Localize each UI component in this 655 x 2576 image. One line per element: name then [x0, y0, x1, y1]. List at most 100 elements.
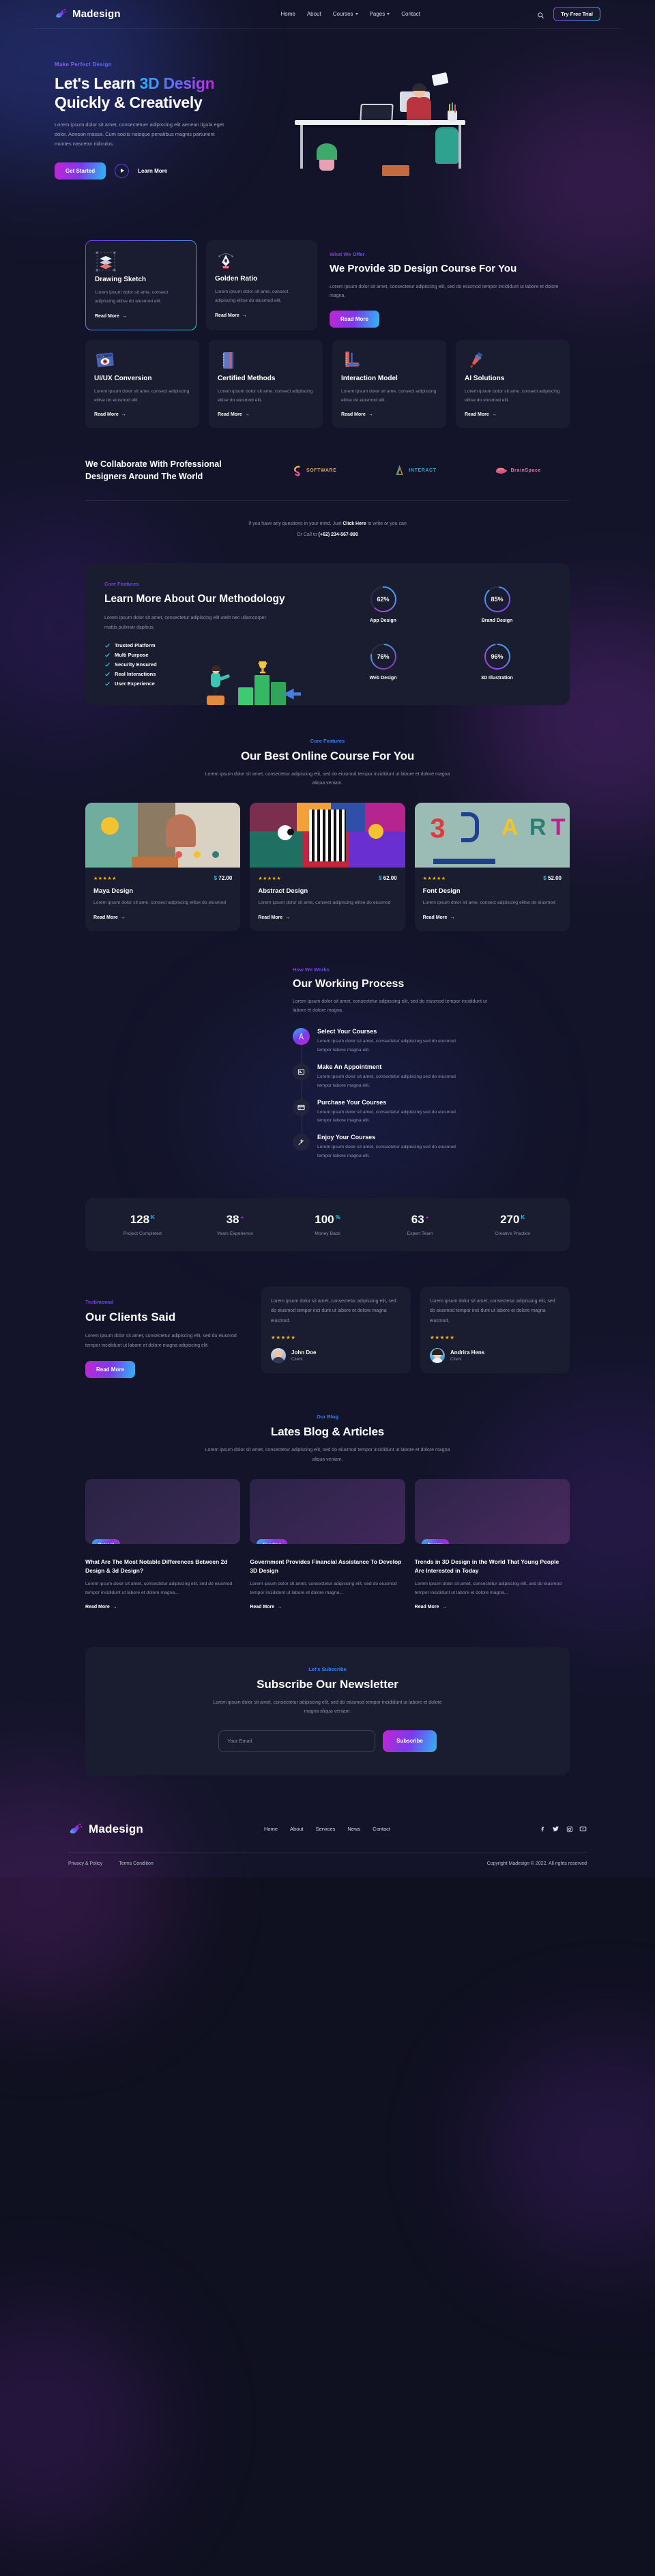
service-card-ai-solutions[interactable]: AI Solutions Lorem ipsum dolor sit ame, … — [456, 339, 570, 428]
nav-label: Home — [280, 11, 295, 17]
service-card-golden-ratio[interactable]: Golden Ratio Lorem ipsum dolor sit ame, … — [206, 240, 317, 330]
read-more-link[interactable]: Read More → — [258, 915, 290, 920]
read-more-link[interactable]: Read More → — [95, 314, 127, 319]
service-card-certified-methods[interactable]: Certified Methods Lorem ipsum dolor sit … — [209, 339, 323, 428]
read-more-link[interactable]: Read More → — [215, 313, 247, 318]
read-more-link[interactable]: Read More → — [85, 1605, 117, 1609]
hero-title-line1: Let's Learn — [55, 74, 140, 92]
course-card-maya-design[interactable]: ★★★★★ $ 72.00 Maya Design Lorem ipsum do… — [85, 803, 241, 931]
try-free-trial-button[interactable]: Try Free Trial — [553, 7, 600, 21]
instagram-icon[interactable] — [566, 1825, 573, 1833]
blog-tag: Funding — [257, 1539, 288, 1545]
hero-actions: Get Started Learn More — [55, 162, 280, 180]
service-card-interaction-model[interactable]: Interaction Model Lorem ipsum dolor sit … — [332, 339, 446, 428]
facebook-icon[interactable] — [538, 1825, 546, 1833]
read-more-label: Read More — [85, 1605, 110, 1610]
nav-item-home[interactable]: Home — [280, 11, 295, 17]
courses-section: Core Features Our Best Online Course For… — [85, 738, 570, 931]
read-more-link[interactable]: Read More → — [465, 412, 497, 417]
nav-item-pages[interactable]: Pages — [370, 11, 390, 17]
read-more-link[interactable]: Read More → — [423, 915, 455, 920]
step-title: Select Your Courses — [317, 1027, 377, 1035]
blog-post-3d-trends[interactable]: Design Trends in 3D Design in the World … — [414, 1479, 570, 1612]
course-card-abstract-design[interactable]: ★★★★★ $ 62.00 Abstract Design Lorem ipsu… — [250, 803, 405, 931]
blog-tag: Project — [92, 1539, 121, 1545]
stat-label: Money Back — [315, 1231, 340, 1237]
blog-post-2d-vs-3d[interactable]: Project What Are The Most Notable Differ… — [85, 1479, 241, 1612]
read-more-link[interactable]: Read More → — [93, 915, 126, 920]
step-desc: Lorem ipsum dolor sit amet, consectetur … — [317, 1145, 456, 1159]
read-more-link[interactable]: Read More → — [250, 1605, 282, 1609]
stat-number: 38 + — [227, 1213, 244, 1227]
footer-nav-home[interactable]: Home — [264, 1826, 278, 1832]
read-more-link[interactable]: Read More → — [94, 412, 126, 417]
nav-item-contact[interactable]: Contact — [401, 11, 420, 17]
twitter-icon[interactable] — [552, 1825, 559, 1833]
pen-nib-icon — [215, 253, 237, 274]
donut-brand-design: 85% Brand Design — [443, 585, 551, 633]
read-more-link[interactable]: Read More → — [341, 412, 373, 417]
blog-post-government-funding[interactable]: Funding Government Provides Financial As… — [250, 1479, 405, 1612]
methodology-section: Core Features Learn More About Our Metho… — [85, 563, 570, 705]
read-more-link[interactable]: Read More → — [415, 1605, 447, 1609]
service-cards-bottom: UI/UX Conversion Lorem ipsum dolor sit a… — [85, 339, 570, 428]
footer-nav-contact[interactable]: Contact — [373, 1826, 390, 1832]
read-more-label: Read More — [95, 313, 119, 319]
service-desc: Lorem ipsum dolor sit ame, consect adipi… — [218, 388, 313, 403]
ruler-crop-icon — [341, 351, 363, 374]
youtube-icon[interactable] — [579, 1825, 587, 1833]
process-step-select-courses: Select Your Courses Lorem ipsum dolor si… — [293, 1027, 570, 1055]
donut-label: Brand Design — [481, 618, 513, 624]
footer-nav-news[interactable]: News — [347, 1826, 360, 1832]
service-title: Interaction Model — [341, 374, 398, 382]
read-more-label: Read More — [250, 1605, 275, 1610]
stat-money-back: 100% Money Back — [281, 1213, 374, 1236]
footer-nav-services[interactable]: Services — [316, 1826, 336, 1832]
phone-number[interactable]: (+62) 234-567-890 — [319, 532, 358, 537]
donut-label: App Design — [370, 618, 396, 624]
check-label: Security Ensured — [115, 661, 157, 668]
donut-web-design: 76% Web Design — [330, 642, 437, 690]
donut-chart: 62% — [369, 585, 398, 614]
stat-expert-team: 63 + Expert Team — [374, 1213, 467, 1236]
click-here-link[interactable]: Click Here — [343, 521, 366, 526]
footer-nav-about[interactable]: About — [290, 1826, 304, 1832]
partner-logo-software: SOFTWARE — [291, 465, 336, 476]
arrow-right-icon: → — [244, 412, 250, 417]
check-label: User Experience — [115, 680, 155, 687]
testimonial-read-more-button[interactable]: Read More — [85, 1361, 135, 1379]
nav-item-about[interactable]: About — [307, 11, 321, 17]
service-title: UI/UX Conversion — [94, 374, 152, 382]
check-item: Multi Purpose — [104, 652, 330, 658]
arrow-right-icon: → — [450, 915, 455, 920]
step-title: Enjoy Your Courses — [317, 1134, 376, 1141]
course-desc: Lorem ipsum dolor sit ame, consect adipi… — [258, 900, 391, 906]
email-input[interactable] — [218, 1730, 376, 1752]
search-icon[interactable] — [537, 10, 544, 18]
brand-logo[interactable]: Madesign — [34, 8, 171, 20]
play-button[interactable] — [115, 163, 130, 178]
privacy-policy-link[interactable]: Privacy & Policy — [68, 1861, 102, 1866]
terms-condition-link[interactable]: Terms Condition — [119, 1861, 154, 1866]
nav-item-courses[interactable]: Courses — [333, 11, 358, 17]
course-rating: ★★★★★ — [422, 876, 446, 881]
course-thumbnail — [250, 803, 405, 868]
services-read-more-button[interactable]: Read More — [330, 310, 379, 328]
services-title: We Provide 3D Design Course For You — [330, 263, 517, 274]
service-title: Certified Methods — [218, 374, 276, 382]
course-card-font-design[interactable]: 3 A R T ★★★★★ $ 52.00 Font Design Lorem … — [414, 803, 570, 931]
learn-more-link[interactable]: Learn More — [138, 168, 167, 174]
hero-copy: Make Perfect Design Let's Learn 3D Desig… — [55, 61, 280, 198]
arrow-right-icon: → — [112, 1605, 117, 1610]
read-more-link[interactable]: Read More → — [218, 412, 250, 417]
get-started-button[interactable]: Get Started — [55, 162, 106, 180]
service-card-uiux-conversion[interactable]: UI/UX Conversion Lorem ipsum dolor sit a… — [85, 339, 199, 428]
subscribe-button[interactable]: Subscribe — [383, 1730, 437, 1752]
services-section: Drawing Sketch Lorem ipsum dolor sit ame… — [85, 240, 570, 428]
site-footer: Madesign Home About Services News Contac… — [0, 1804, 655, 1877]
testimonial-copy: Testimonial Our Clients Said Lorem ipsum… — [85, 1287, 252, 1379]
service-card-drawing-sketch[interactable]: Drawing Sketch Lorem ipsum dolor sit ame… — [85, 240, 196, 330]
currency-symbol: $ — [543, 875, 547, 882]
course-thumbnail — [85, 803, 241, 868]
read-more-label: Read More — [93, 915, 118, 920]
